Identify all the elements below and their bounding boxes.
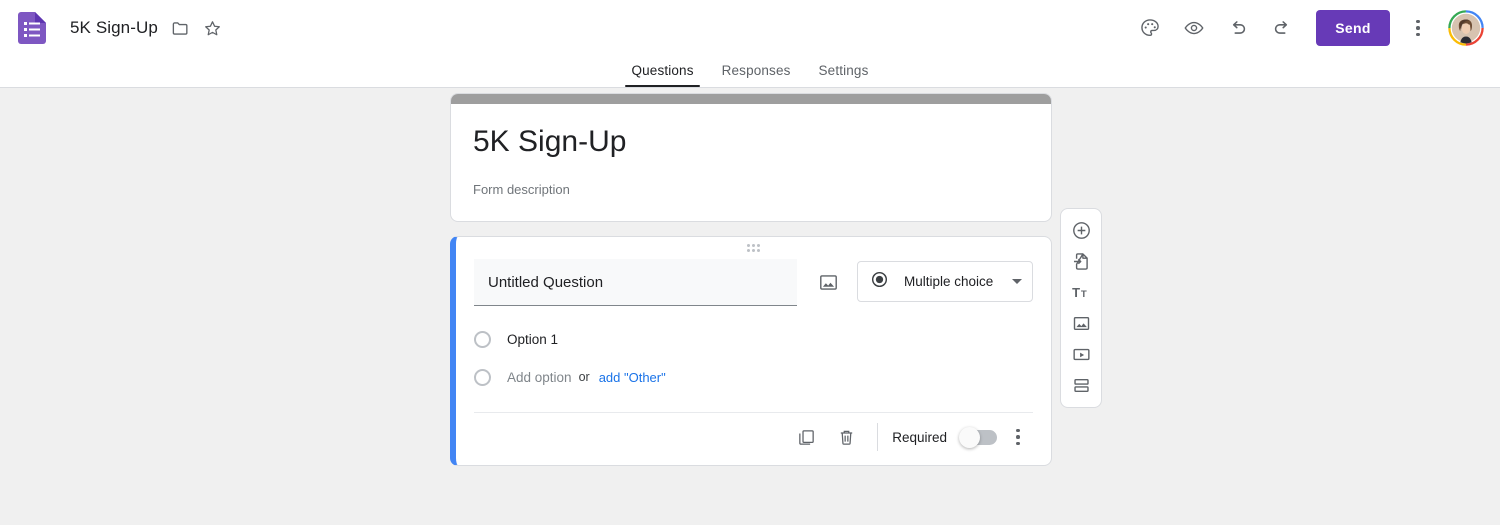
duplicate-icon[interactable] bbox=[787, 418, 825, 456]
add-question-button[interactable] bbox=[1061, 215, 1101, 246]
google-forms-editor: 5K Sign-Up Send Questions Responses Sett… bbox=[0, 0, 1500, 525]
drag-dots bbox=[747, 244, 760, 252]
avatar[interactable] bbox=[1448, 10, 1484, 46]
image-icon[interactable] bbox=[811, 265, 845, 299]
document-title[interactable]: 5K Sign-Up bbox=[70, 18, 158, 38]
form-description[interactable]: Form description bbox=[473, 182, 1027, 197]
redo-icon[interactable] bbox=[1262, 8, 1302, 48]
question-title-input[interactable]: Untitled Question bbox=[474, 259, 797, 306]
tab-settings[interactable]: Settings bbox=[805, 63, 883, 87]
question-type-label: Multiple choice bbox=[904, 274, 994, 289]
radio-filled-icon bbox=[870, 270, 889, 294]
top-bar-actions: Send bbox=[1130, 8, 1500, 48]
trash-icon[interactable] bbox=[827, 418, 865, 456]
tabs: Questions Responses Settings bbox=[617, 63, 882, 87]
google-forms-logo-icon[interactable] bbox=[18, 12, 46, 44]
title-actions bbox=[170, 17, 224, 39]
palette-icon[interactable] bbox=[1130, 8, 1170, 48]
radio-unchecked-icon bbox=[474, 330, 491, 348]
required-label: Required bbox=[892, 429, 947, 445]
import-questions-button[interactable] bbox=[1061, 246, 1101, 277]
chevron-down-icon bbox=[1012, 279, 1022, 284]
more-vertical-icon bbox=[1416, 19, 1420, 37]
add-video-button[interactable] bbox=[1061, 339, 1101, 370]
add-option-button[interactable]: Add option bbox=[507, 370, 572, 385]
form-theme-strip bbox=[451, 94, 1051, 104]
question-type-select[interactable]: Multiple choice bbox=[857, 261, 1033, 302]
more-options-icon[interactable] bbox=[1398, 8, 1438, 48]
form-canvas: 5K Sign-Up Form description Untitled Que… bbox=[0, 89, 1500, 525]
question-footer-toolbar: Required bbox=[456, 413, 1051, 465]
form-header-body: 5K Sign-Up Form description bbox=[451, 104, 1051, 221]
add-option-or-label: or bbox=[578, 370, 590, 384]
add-section-button[interactable] bbox=[1061, 370, 1101, 401]
drag-handle-icon[interactable] bbox=[456, 244, 1051, 252]
question-more-options-icon[interactable] bbox=[999, 418, 1037, 456]
svg-text:T: T bbox=[1072, 285, 1080, 300]
options-list: Option 1 Add option or add "Other" bbox=[456, 306, 1051, 396]
folder-icon[interactable] bbox=[170, 17, 192, 39]
toggle-knob bbox=[959, 426, 980, 448]
tab-bar: Questions Responses Settings bbox=[0, 56, 1500, 88]
form-header-card[interactable]: 5K Sign-Up Form description bbox=[450, 93, 1052, 222]
required-toggle[interactable] bbox=[959, 426, 997, 448]
footer-divider bbox=[877, 423, 879, 451]
svg-text:T: T bbox=[1080, 289, 1086, 300]
option-label[interactable]: Option 1 bbox=[507, 332, 558, 347]
add-image-button[interactable] bbox=[1061, 308, 1101, 339]
add-option-row: Add option or add "Other" bbox=[474, 358, 1033, 396]
undo-icon[interactable] bbox=[1218, 8, 1258, 48]
add-item-toolbar: T T bbox=[1060, 208, 1102, 408]
tab-questions[interactable]: Questions bbox=[617, 63, 707, 87]
send-button[interactable]: Send bbox=[1316, 10, 1390, 46]
form-title[interactable]: 5K Sign-Up bbox=[473, 124, 1027, 160]
option-row[interactable]: Option 1 bbox=[474, 320, 1033, 358]
star-icon[interactable] bbox=[202, 17, 224, 39]
tab-responses[interactable]: Responses bbox=[708, 63, 805, 87]
top-app-bar: 5K Sign-Up Send bbox=[0, 0, 1500, 56]
eye-icon[interactable] bbox=[1174, 8, 1214, 48]
add-other-link[interactable]: add "Other" bbox=[599, 370, 666, 385]
form-column: 5K Sign-Up Form description Untitled Que… bbox=[450, 93, 1052, 466]
radio-unchecked-icon bbox=[474, 368, 491, 386]
question-card[interactable]: Untitled Question Multiple choice Option… bbox=[450, 236, 1052, 466]
brand-area: 5K Sign-Up bbox=[0, 12, 224, 44]
more-vertical-icon bbox=[1016, 428, 1020, 446]
add-title-and-description-button[interactable]: T T bbox=[1061, 277, 1101, 308]
